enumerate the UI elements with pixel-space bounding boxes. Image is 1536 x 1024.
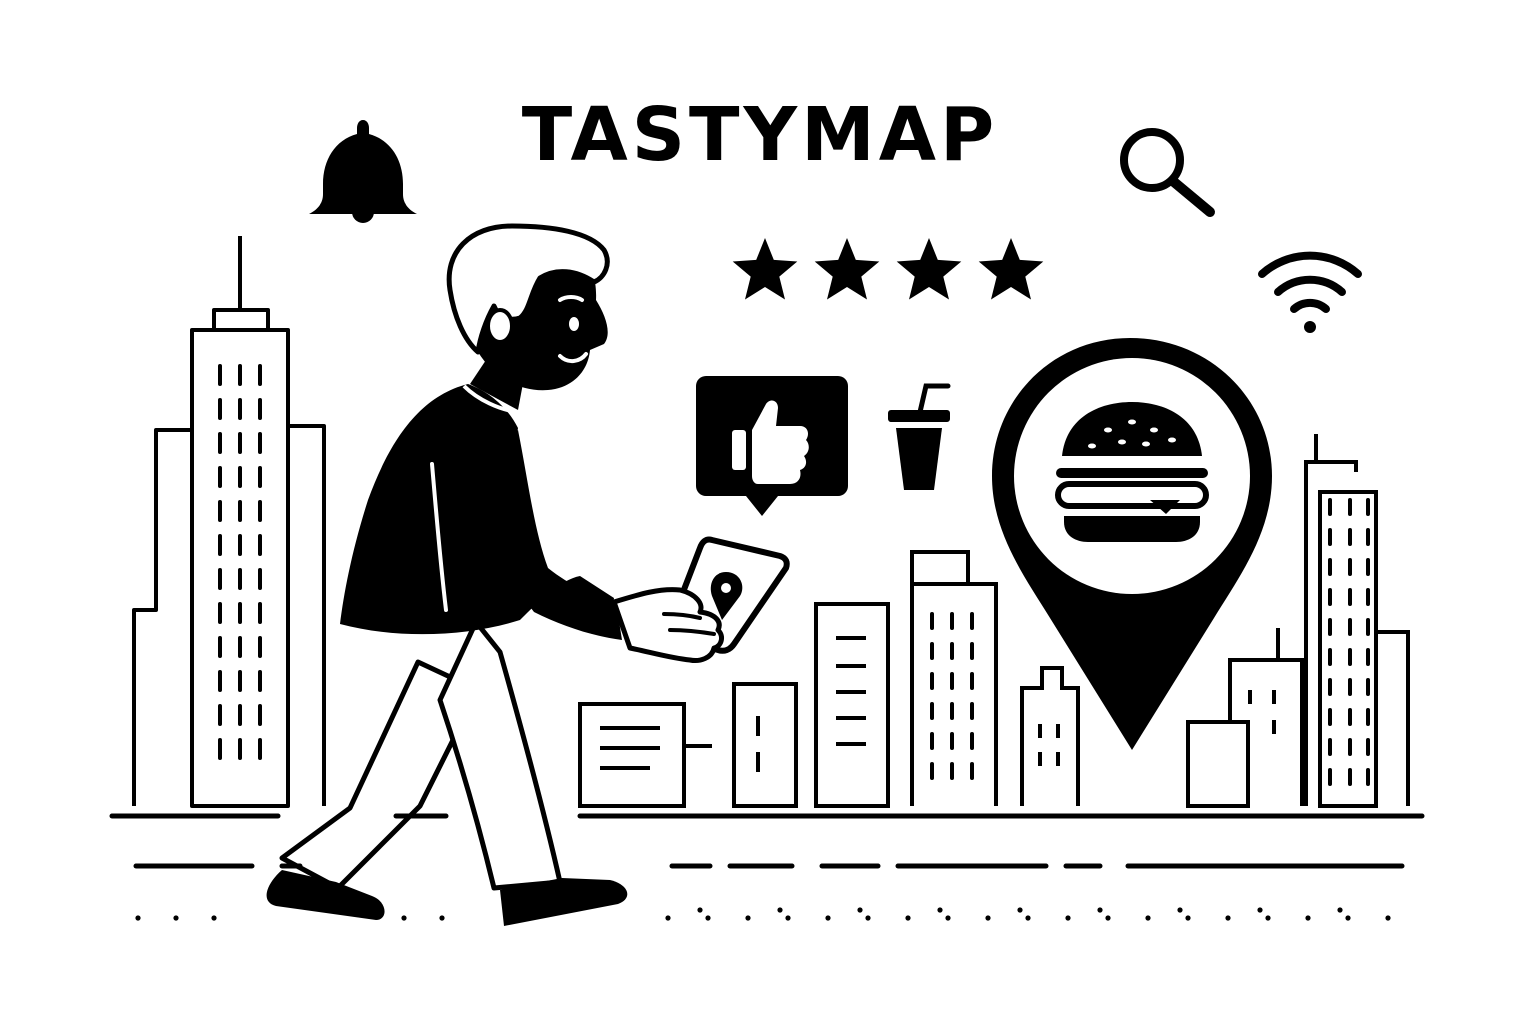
person-walking (266, 223, 790, 926)
wifi-icon (1258, 251, 1362, 333)
ground-dot (905, 915, 911, 921)
ground-dot (1185, 915, 1191, 921)
ground-dot (401, 915, 407, 921)
ground-dot (1025, 915, 1031, 921)
drink-cup-icon (888, 383, 951, 490)
bell-icon[interactable] (309, 120, 417, 223)
thumbs-up-icon[interactable] (696, 376, 848, 516)
ground-dot (1305, 915, 1311, 921)
ground-dot (745, 915, 751, 921)
tastymap-illustration: TASTYMAP (109, 92, 1425, 926)
ground-dot (777, 907, 783, 913)
ground-dot (1017, 907, 1023, 913)
ground-dot (825, 915, 831, 921)
ground-dot (1097, 907, 1103, 913)
ground-dot (1385, 915, 1391, 921)
app-title: TASTYMAP (522, 92, 999, 178)
burger-icon (1055, 402, 1209, 542)
ground-dot (985, 915, 991, 921)
ground-dot (705, 915, 711, 921)
star-icon (814, 238, 880, 300)
ground-dot (1177, 907, 1183, 913)
ground-dot (1065, 915, 1071, 921)
star-icon (732, 238, 798, 300)
ground-dot (1345, 915, 1351, 921)
ground-dot (1337, 907, 1343, 913)
ground-dot (173, 915, 179, 921)
star-icon (896, 238, 962, 300)
ground-dot (945, 915, 951, 921)
ground-dot (1225, 915, 1231, 921)
search-icon[interactable] (1120, 128, 1215, 217)
ground-dot (785, 915, 791, 921)
ground-dot (857, 907, 863, 913)
ground-dot (1265, 915, 1271, 921)
ground-dot (937, 907, 943, 913)
rating-stars (732, 238, 1044, 300)
ground-dot (1257, 907, 1263, 913)
ground-dot (865, 915, 871, 921)
ground-dot (665, 915, 671, 921)
ground-dot (439, 915, 445, 921)
ground-dot (135, 915, 141, 921)
star-icon (978, 238, 1044, 300)
ground-dot (1145, 915, 1151, 921)
skyline-left (132, 236, 326, 808)
ground-dot (697, 907, 703, 913)
ground-dot (211, 915, 217, 921)
ground-dot (1105, 915, 1111, 921)
